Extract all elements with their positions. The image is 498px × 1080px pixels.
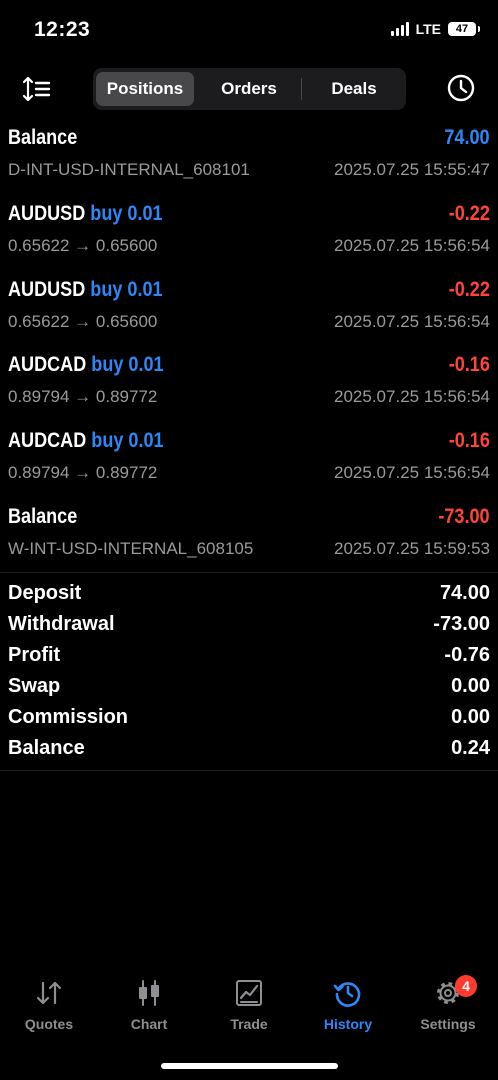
- sort-button[interactable]: [22, 74, 52, 104]
- notification-badge: 4: [455, 975, 477, 997]
- deal-prices: 0.65622 → 0.65600: [8, 311, 158, 331]
- tab-quotes[interactable]: Quotes: [9, 970, 89, 1040]
- list-item[interactable]: Balance -73.00 W-INT-USD-INTERNAL_608105…: [0, 499, 498, 575]
- side-label: buy 0.01: [91, 353, 164, 377]
- deal-prices: 0.89794 → 0.89772: [8, 387, 158, 407]
- deal-title: AUDUSD buy 0.01: [8, 278, 163, 302]
- status-indicators: LTE 47: [390, 21, 480, 37]
- deal-title: AUDCAD buy 0.01: [8, 429, 164, 453]
- symbol-label: AUDCAD: [8, 429, 87, 453]
- side-label: buy 0.01: [90, 201, 163, 225]
- list-item[interactable]: AUDCAD buy 0.01 -0.16 0.89794 → 0.89772 …: [0, 347, 498, 423]
- deal-time: 2025.07.25 15:59:53: [334, 538, 490, 558]
- deal-title: Balance: [8, 126, 77, 150]
- deal-title: AUDUSD buy 0.01: [8, 202, 163, 226]
- deal-profit: -0.22: [448, 201, 490, 225]
- tab-label: Trade: [230, 1016, 268, 1032]
- summary-value: 0.24: [451, 737, 490, 759]
- status-time: 12:23: [34, 18, 91, 41]
- status-bar: 12:23 LTE 47: [0, 0, 498, 60]
- list-item[interactable]: Balance 74.00 D-INT-USD-INTERNAL_608101 …: [0, 120, 498, 196]
- deal-comment: W-INT-USD-INTERNAL_608105: [8, 538, 254, 558]
- summary-divider-top: [0, 572, 498, 573]
- symbol-label: Balance: [8, 504, 78, 528]
- summary-divider-bottom: [0, 770, 498, 771]
- deal-comment: D-INT-USD-INTERNAL_608101: [8, 160, 250, 179]
- summary-row: Commission 0.00: [0, 702, 498, 733]
- segment-divider: [301, 78, 302, 100]
- sort-icon: [22, 76, 51, 102]
- tab-positions[interactable]: Positions: [96, 72, 194, 106]
- tab-trade[interactable]: Trade: [209, 970, 289, 1040]
- tab-deals[interactable]: Deals: [305, 72, 403, 106]
- quotes-arrows-icon: [36, 981, 62, 1005]
- deal-time: 2025.07.25 15:55:47: [334, 160, 490, 179]
- tab-orders[interactable]: Orders: [200, 72, 298, 106]
- deal-profit: -0.22: [448, 277, 490, 301]
- side-label: buy 0.01: [90, 277, 163, 301]
- summary-label: Deposit: [8, 582, 82, 604]
- list-item[interactable]: AUDUSD buy 0.01 -0.22 0.65622 → 0.65600 …: [0, 196, 498, 272]
- summary-label: Swap: [8, 675, 61, 697]
- deal-time: 2025.07.25 15:56:54: [334, 235, 490, 255]
- tab-history[interactable]: History: [308, 970, 388, 1040]
- tab-settings[interactable]: 4 Settings: [408, 970, 488, 1040]
- period-button[interactable]: [446, 73, 476, 103]
- deal-title: Balance: [8, 505, 77, 529]
- summary-label: Balance: [8, 737, 85, 759]
- home-indicator[interactable]: [161, 1063, 338, 1069]
- history-toolbar: Positions Orders Deals: [0, 66, 498, 112]
- network-label: LTE: [415, 21, 441, 37]
- symbol-label: AUDUSD: [8, 277, 86, 301]
- history-summary: Deposit 74.00 Withdrawal -73.00 Profit -…: [0, 578, 498, 764]
- clock-icon: [447, 74, 475, 102]
- deal-time: 2025.07.25 15:56:54: [334, 311, 490, 331]
- summary-label: Profit: [8, 644, 61, 666]
- summary-value: -73.00: [433, 613, 490, 635]
- deal-title: AUDCAD buy 0.01: [8, 353, 164, 377]
- candlestick-icon: [139, 980, 159, 1006]
- tab-label: History: [323, 1016, 373, 1032]
- bottom-tab-bar: Quotes Chart Trade History 4 Settings: [0, 970, 498, 1040]
- symbol-label: AUDUSD: [8, 201, 86, 225]
- summary-row: Withdrawal -73.00: [0, 609, 498, 640]
- summary-value: 0.00: [451, 706, 490, 728]
- symbol-label: Balance: [8, 126, 78, 149]
- tab-chart[interactable]: Chart: [109, 970, 189, 1040]
- symbol-label: AUDCAD: [8, 353, 87, 377]
- history-icon: [333, 982, 361, 1007]
- deal-prices: 0.89794 → 0.89772: [8, 463, 158, 483]
- summary-row: Swap 0.00: [0, 671, 498, 702]
- list-item[interactable]: AUDUSD buy 0.01 -0.22 0.65622 → 0.65600 …: [0, 272, 498, 348]
- tab-label: Settings: [420, 1016, 476, 1032]
- signal-icon: [390, 22, 409, 36]
- list-item[interactable]: AUDCAD buy 0.01 -0.16 0.89794 → 0.89772 …: [0, 423, 498, 499]
- deal-prices: 0.65622 → 0.65600: [8, 235, 158, 255]
- deal-time: 2025.07.25 15:56:54: [334, 387, 490, 407]
- summary-value: 74.00: [439, 582, 490, 604]
- side-label: buy 0.01: [91, 429, 164, 453]
- summary-value: -0.76: [444, 644, 490, 666]
- tab-label: Chart: [130, 1016, 168, 1032]
- trade-chart-icon: [236, 980, 262, 1006]
- battery-icon: 47: [448, 22, 480, 36]
- summary-label: Commission: [8, 706, 129, 728]
- deal-amount: 74.00: [444, 126, 490, 149]
- summary-row: Deposit 74.00: [0, 578, 498, 609]
- summary-label: Withdrawal: [8, 613, 115, 635]
- tab-label: Quotes: [24, 1016, 74, 1032]
- deal-amount: -73.00: [438, 504, 490, 528]
- deal-list: Balance 74.00 D-INT-USD-INTERNAL_608101 …: [0, 120, 498, 575]
- deal-time: 2025.07.25 15:56:54: [334, 463, 490, 483]
- deal-profit: -0.16: [448, 429, 490, 453]
- summary-row: Profit -0.76: [0, 640, 498, 671]
- deal-profit: -0.16: [448, 353, 490, 377]
- summary-row: Balance 0.24: [0, 733, 498, 764]
- view-segmented-control: Positions Orders Deals: [93, 68, 406, 110]
- summary-value: 0.00: [451, 675, 490, 697]
